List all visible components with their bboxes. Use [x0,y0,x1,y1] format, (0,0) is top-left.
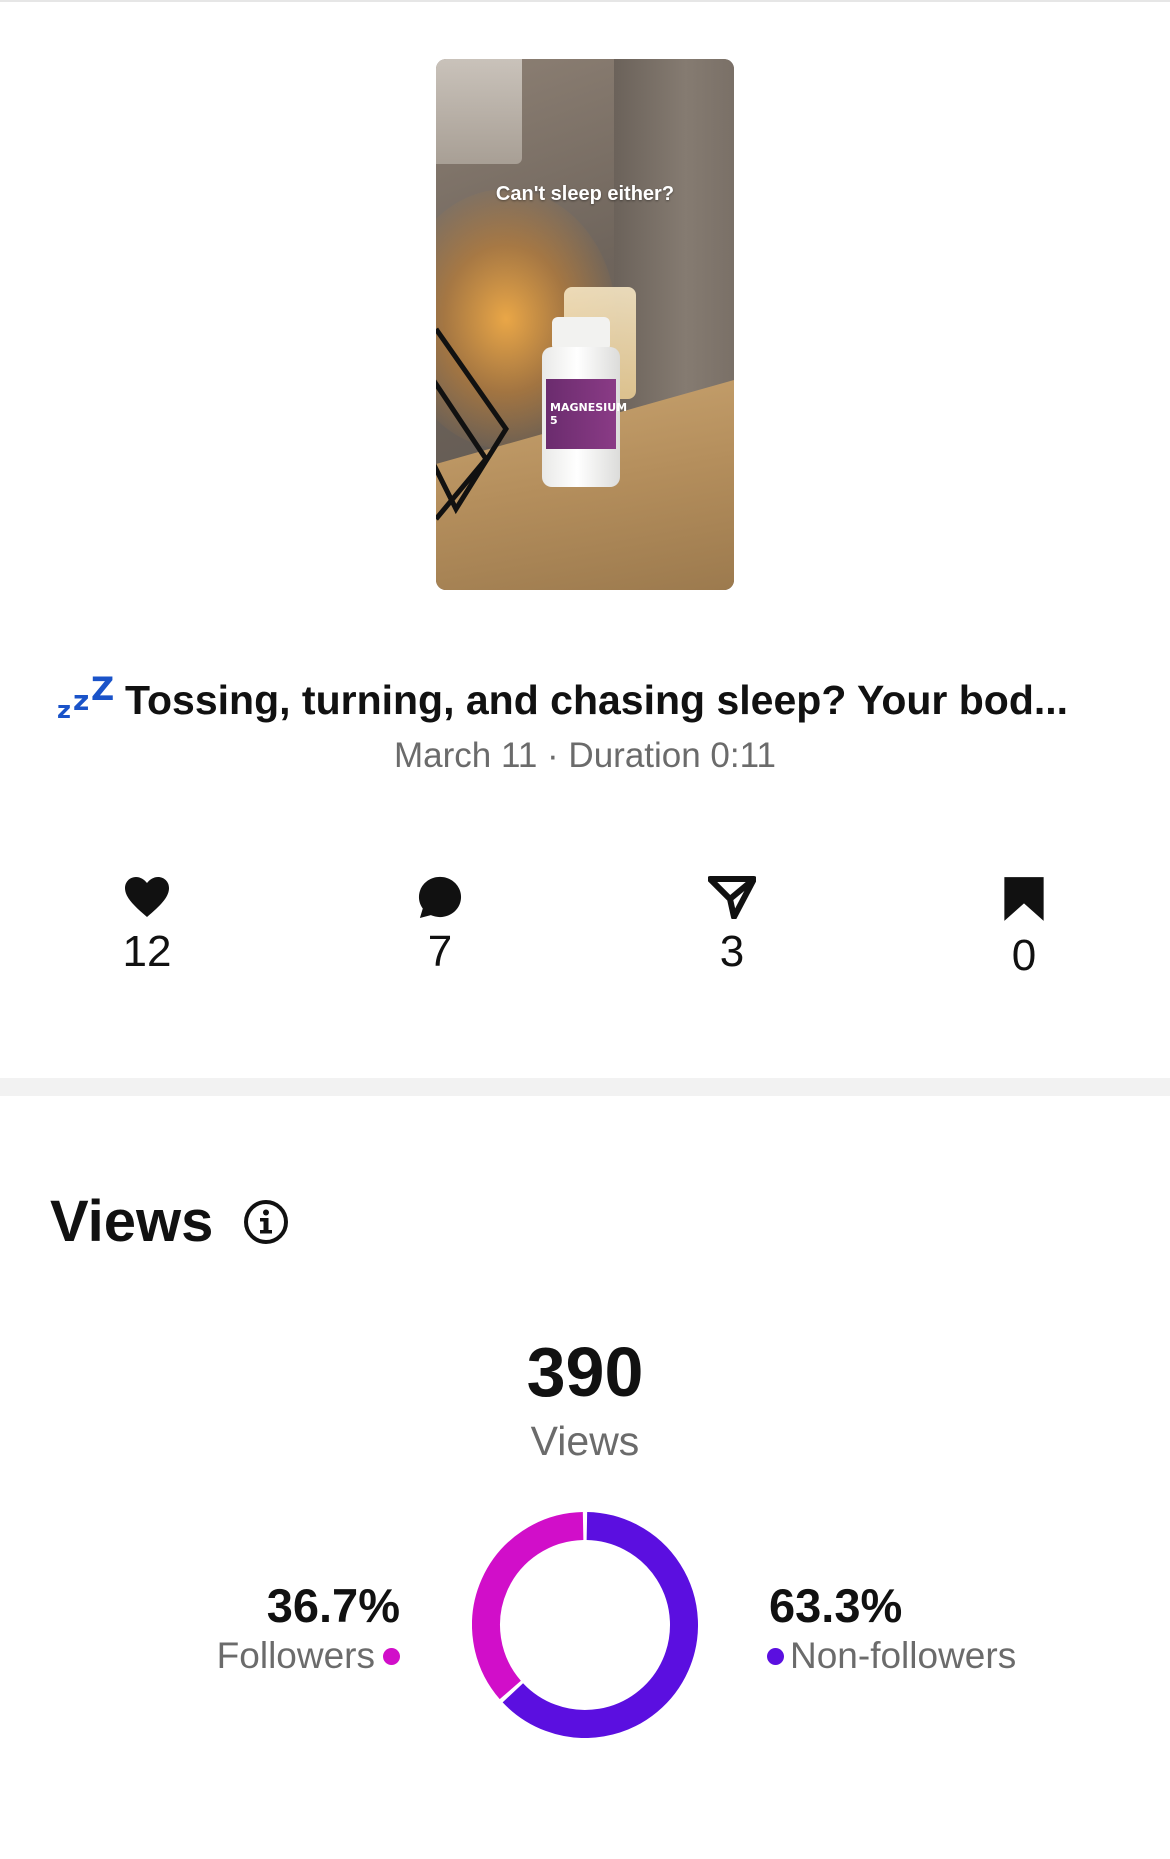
section-divider [0,1078,1170,1096]
engagement-stats: 12 7 3 0 [0,875,1170,995]
video-thumbnail[interactable]: MAGNESIUM 5 Can't sleep either? [436,59,734,590]
followers-label: Followers [216,1635,375,1676]
zzz-icon: z z Z [57,670,115,724]
followers-dot [383,1647,400,1665]
thumbnail-caption: Can't sleep either? [495,183,675,205]
bottle-label: MAGNESIUM 5 [550,401,628,427]
followers-percent: 36.7% [266,1579,400,1632]
saves-count: 0 [1011,931,1037,980]
views-donut-chart [472,1512,698,1738]
send-icon [708,876,756,919]
thumbnail-lamp-shade [436,59,522,164]
non-followers-legend: Non-followers [767,1635,1016,1677]
likes-stat: 12 [47,875,247,977]
post-title: Tossing, turning, and chasing sleep? You… [125,676,1069,723]
followers-legend: Followers [217,1635,400,1677]
post-title-row: z z Z Tossing, turning, and chasing slee… [55,670,1135,730]
thumbnail-lamp-frame [436,327,509,521]
top-divider [0,0,1170,2]
shares-count: 3 [719,927,745,976]
non-followers-label: Non-followers [790,1635,1017,1676]
comments-stat: 7 [340,875,540,977]
comments-count: 7 [427,927,453,976]
followers-segment [472,1512,584,1700]
saves-stat: 0 [924,875,1124,981]
non-followers-segment [502,1512,698,1738]
views-section-title: Views [50,1189,214,1254]
views-total-label: Views [530,1418,640,1464]
shares-stat: 3 [632,875,832,977]
comment-icon [418,876,462,919]
heart-icon [125,877,169,917]
thumbnail-bottle: MAGNESIUM 5 [542,317,627,487]
bookmark-icon [1004,877,1044,921]
views-total: 390 [526,1333,644,1411]
info-icon[interactable] [242,1198,290,1246]
non-followers-percent: 63.3% [769,1579,903,1632]
post-meta: March 11 · Duration 0:11 [394,736,776,775]
likes-count: 12 [122,927,172,976]
non-followers-dot [767,1647,784,1665]
